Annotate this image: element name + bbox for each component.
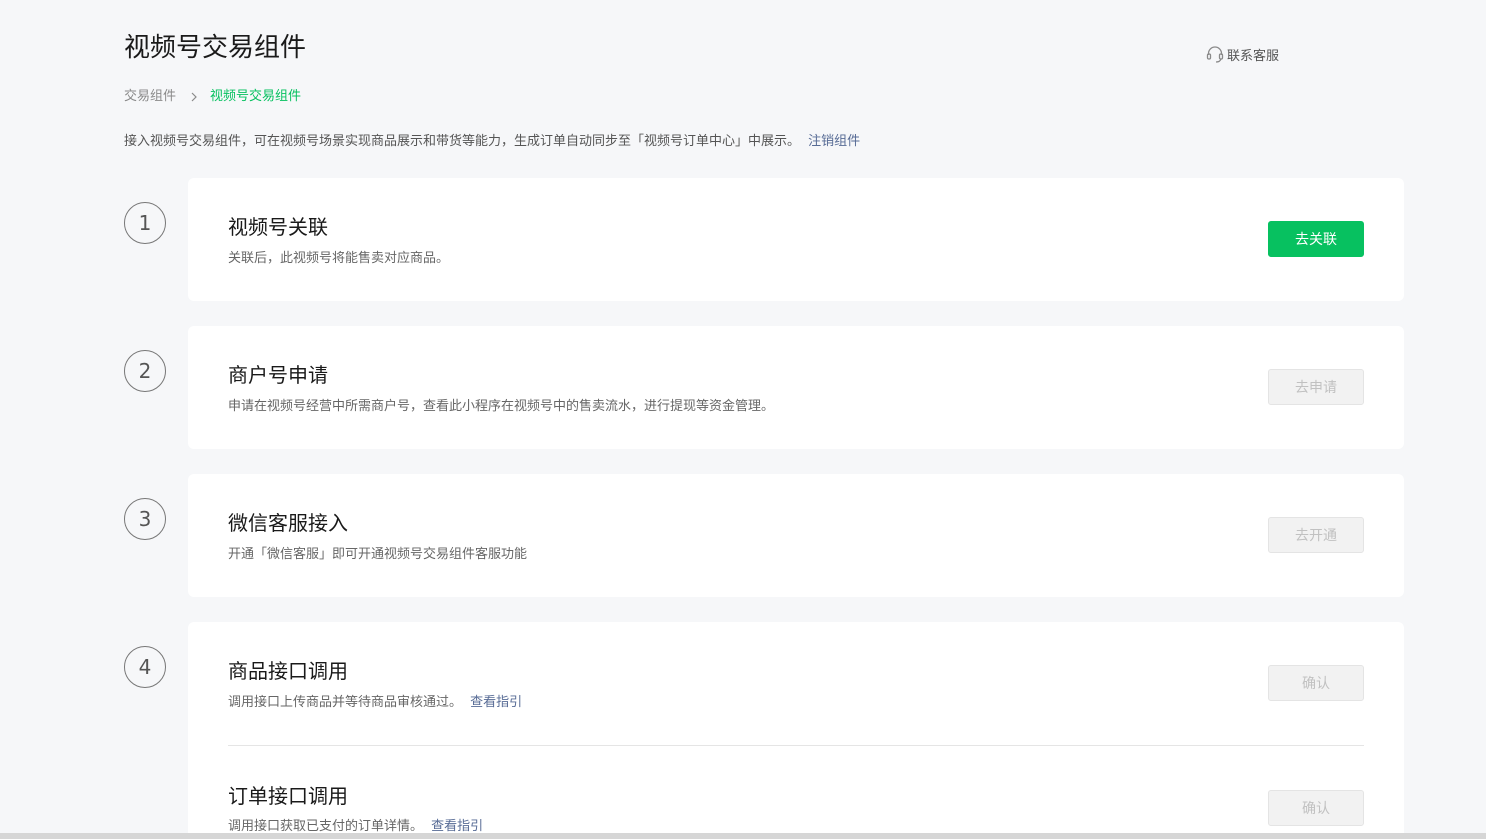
step-card-1: 视频号关联 关联后，此视频号将能售卖对应商品。 去关联 bbox=[188, 178, 1404, 301]
support-label: 联系客服 bbox=[1227, 48, 1280, 64]
step-description: 调用接口上传商品并等待商品审核通过。 查看指引 bbox=[228, 694, 522, 712]
chevron-right-icon bbox=[190, 92, 198, 102]
view-guide-link[interactable]: 查看指引 bbox=[470, 695, 522, 710]
link-channel-button[interactable]: 去关联 bbox=[1268, 221, 1364, 257]
step-description-text: 调用接口获取已支付的订单详情。 bbox=[228, 819, 424, 834]
step-title: 视频号关联 bbox=[228, 215, 328, 239]
step-description: 关联后，此视频号将能售卖对应商品。 bbox=[228, 251, 450, 266]
step-row-merchant-apply: 商户号申请 申请在视频号经营中所需商户号，查看此小程序在视频号中的售卖流水，进行… bbox=[188, 326, 1404, 450]
step-description-text: 调用接口上传商品并等待商品审核通过。 bbox=[228, 695, 463, 710]
step-card-4: 商品接口调用 调用接口上传商品并等待商品审核通过。 查看指引 确认 订单接口调用… bbox=[188, 622, 1404, 839]
step-card-3: 微信客服接入 开通「微信客服」即可开通视频号交易组件客服功能 去开通 bbox=[188, 474, 1404, 597]
breadcrumb-parent[interactable]: 交易组件 bbox=[124, 88, 176, 106]
confirm-order-api-button[interactable]: 确认 bbox=[1268, 790, 1364, 826]
step-row-customer-service: 微信客服接入 开通「微信客服」即可开通视频号交易组件客服功能 去开通 bbox=[188, 474, 1404, 598]
step-card-2: 商户号申请 申请在视频号经营中所需商户号，查看此小程序在视频号中的售卖流水，进行… bbox=[188, 326, 1404, 449]
breadcrumb-current: 视频号交易组件 bbox=[210, 89, 302, 104]
intro-text: 接入视频号交易组件，可在视频号场景实现商品展示和带货等能力，生成订单自动同步至「… bbox=[124, 133, 860, 151]
step-description: 申请在视频号经营中所需商户号，查看此小程序在视频号中的售卖流水，进行提现等资金管… bbox=[228, 399, 775, 414]
view-guide-link[interactable]: 查看指引 bbox=[431, 819, 483, 834]
breadcrumb: 交易组件 视频号交易组件 bbox=[124, 88, 301, 106]
step-title: 商户号申请 bbox=[228, 363, 328, 387]
step-title: 商品接口调用 bbox=[228, 659, 348, 683]
page-title: 视频号交易组件 bbox=[124, 33, 307, 63]
step-number-4: 4 bbox=[124, 646, 166, 688]
page: 视频号交易组件 联系客服 交易组件 视频号交易组件 接入视频号交易组件，可在视频… bbox=[0, 0, 1486, 839]
headset-icon bbox=[1206, 46, 1224, 63]
enable-customer-service-button[interactable]: 去开通 bbox=[1268, 517, 1364, 553]
deregister-component-link[interactable]: 注销组件 bbox=[808, 134, 860, 149]
step-description: 开通「微信客服」即可开通视频号交易组件客服功能 bbox=[228, 547, 528, 562]
step-number-2: 2 bbox=[124, 350, 166, 392]
step-title: 微信客服接入 bbox=[228, 511, 348, 535]
apply-merchant-button[interactable]: 去申请 bbox=[1268, 369, 1364, 405]
step-row-channel-link: 视频号关联 关联后，此视频号将能售卖对应商品。 去关联 bbox=[188, 178, 1404, 302]
step-row-product-api: 商品接口调用 调用接口上传商品并等待商品审核通过。 查看指引 确认 bbox=[188, 622, 1404, 746]
step-number-3: 3 bbox=[124, 498, 166, 540]
step-row-order-api: 订单接口调用 调用接口获取已支付的订单详情。 查看指引 确认 bbox=[188, 746, 1404, 839]
intro-description: 接入视频号交易组件，可在视频号场景实现商品展示和带货等能力，生成订单自动同步至「… bbox=[124, 134, 801, 149]
confirm-product-api-button[interactable]: 确认 bbox=[1268, 665, 1364, 701]
step-number-1: 1 bbox=[124, 202, 166, 244]
step-title: 订单接口调用 bbox=[228, 784, 348, 808]
horizontal-scrollbar[interactable] bbox=[0, 833, 1486, 839]
contact-support-link[interactable]: 联系客服 bbox=[1205, 44, 1279, 64]
